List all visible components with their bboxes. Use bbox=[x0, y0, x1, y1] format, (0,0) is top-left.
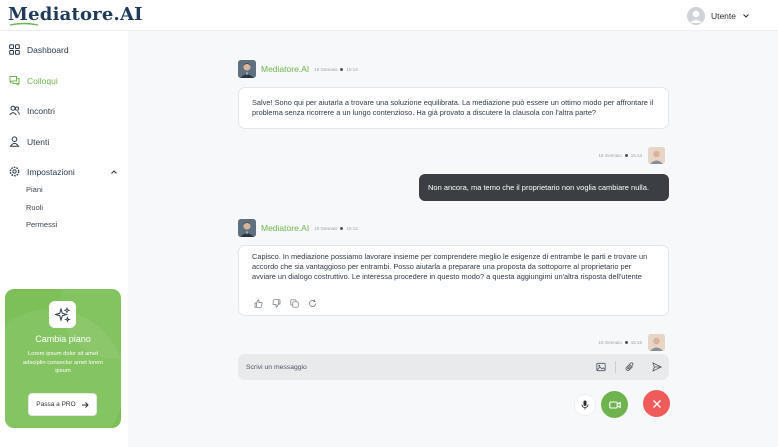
chat-icon bbox=[9, 76, 20, 86]
message-meta: 18 Gennaio 15:14 bbox=[314, 226, 358, 231]
message-meta: 18 Gennaio 15:15 bbox=[598, 340, 642, 345]
message-date: 18 Gennaio bbox=[598, 340, 622, 345]
agent-name: Mediatore.AI bbox=[261, 223, 310, 233]
thumbs-down-icon[interactable] bbox=[272, 295, 281, 308]
sparkles-icon bbox=[54, 306, 71, 323]
composer-divider bbox=[615, 361, 616, 373]
sidebar-item-label: Colloqui bbox=[27, 75, 58, 86]
user-menu-label: Utente bbox=[710, 10, 736, 21]
user-icon bbox=[9, 136, 20, 147]
gear-icon bbox=[9, 166, 20, 177]
user-avatar bbox=[648, 147, 665, 164]
message-time: 15:14 bbox=[630, 153, 642, 158]
end-call-button[interactable] bbox=[643, 390, 670, 417]
sidebar-subitem-ruoli[interactable]: Ruoli bbox=[26, 203, 43, 212]
sidebar-item-label: Utenti bbox=[27, 136, 50, 147]
send-icon[interactable] bbox=[652, 362, 662, 372]
upgrade-pro-button[interactable]: Passa a PRO bbox=[28, 393, 97, 416]
sidebar-item-dashboard[interactable]: Dashboard bbox=[9, 44, 69, 55]
microphone-button[interactable] bbox=[574, 394, 596, 416]
message-time: 15:15 bbox=[630, 340, 642, 345]
grid-icon bbox=[9, 44, 20, 55]
message-date: 18 Gennaio bbox=[314, 225, 338, 231]
paperclip-icon[interactable] bbox=[625, 362, 635, 372]
user-menu[interactable]: Utente bbox=[686, 6, 750, 25]
video-camera-icon bbox=[608, 400, 621, 409]
message-time: 15:14 bbox=[346, 225, 358, 231]
agent-avatar bbox=[238, 60, 256, 78]
sidebar-subitem-permessi[interactable]: Permessi bbox=[26, 220, 57, 229]
sidebar-subitem-piani[interactable]: Piani bbox=[26, 185, 43, 194]
user-avatar-icon bbox=[686, 6, 705, 25]
logo-swoosh-icon bbox=[9, 22, 39, 26]
message-date: 18 Gennaio bbox=[314, 66, 338, 72]
people-icon bbox=[9, 105, 20, 116]
sidebar-item-utenti[interactable]: Utenti bbox=[9, 136, 49, 147]
message-date: 18 Gennaio bbox=[598, 153, 622, 158]
message-composer bbox=[238, 354, 669, 380]
message-actions bbox=[254, 295, 317, 308]
promo-icon-box bbox=[49, 301, 76, 328]
refresh-icon[interactable] bbox=[308, 295, 317, 307]
arrow-right-icon bbox=[81, 401, 89, 408]
chevron-down-icon bbox=[743, 13, 749, 18]
message-header: 18 Gennaio 15:15 bbox=[598, 334, 665, 351]
thumbs-up-icon[interactable] bbox=[254, 295, 263, 308]
sidebar-item-label: Incontri bbox=[27, 105, 55, 116]
message-time: 15:13 bbox=[346, 66, 358, 72]
message-header: Mediatore.AI 18 Gennaio 15:14 bbox=[238, 219, 358, 237]
user-avatar bbox=[648, 334, 665, 351]
agent-message-bubble: Capisco. In mediazione possiamo lavorare… bbox=[238, 245, 669, 316]
image-icon[interactable] bbox=[596, 362, 606, 372]
separator-dot bbox=[624, 154, 628, 157]
upgrade-pro-button-label: Passa a PRO bbox=[36, 401, 76, 408]
microphone-icon bbox=[581, 400, 589, 410]
copy-icon[interactable] bbox=[290, 295, 299, 308]
message-text: Capisco. In mediazione possiamo lavorare… bbox=[252, 252, 648, 282]
message-header: 18 Gennaio 15:14 bbox=[598, 147, 665, 164]
separator-dot bbox=[624, 341, 628, 344]
message-input[interactable] bbox=[246, 360, 576, 374]
agent-avatar bbox=[238, 219, 256, 237]
user-message-bubble: Non ancora, ma temo che il proprietario … bbox=[419, 174, 669, 201]
sidebar-item-label: Dashboard bbox=[27, 44, 69, 55]
close-icon bbox=[652, 399, 661, 408]
promo-title: Cambia piano bbox=[35, 334, 91, 344]
sidebar-item-incontri[interactable]: Incontri bbox=[9, 105, 55, 116]
top-bar: Mediatore.AI Utente bbox=[0, 0, 778, 31]
separator-dot bbox=[340, 226, 344, 230]
agent-message-bubble: Salve! Sono qui per aiutarla a trovare u… bbox=[238, 87, 669, 129]
message-text: Salve! Sono qui per aiutarla a trovare u… bbox=[252, 98, 654, 118]
message-meta: 18 Gennaio 15:13 bbox=[314, 67, 358, 72]
separator-dot bbox=[340, 67, 344, 71]
agent-name: Mediatore.AI bbox=[261, 64, 310, 74]
promo-text: Lorem ipsum dolor sit amet adsciplin con… bbox=[23, 351, 103, 375]
sidebar-item-label: Impostazioni bbox=[27, 166, 75, 177]
message-meta: 18 Gennaio 15:14 bbox=[598, 153, 642, 158]
upgrade-card: Cambia piano Lorem ipsum dolor sit amet … bbox=[5, 289, 121, 428]
chevron-up-icon[interactable] bbox=[110, 168, 118, 176]
message-header: Mediatore.AI 18 Gennaio 15:13 bbox=[238, 60, 358, 78]
video-call-button[interactable] bbox=[601, 391, 628, 418]
sidebar-item-impostazioni[interactable]: Impostazioni bbox=[9, 166, 75, 177]
sidebar-item-colloqui[interactable]: Colloqui bbox=[9, 75, 58, 86]
message-text: Non ancora, ma temo che il proprietario … bbox=[428, 183, 649, 192]
